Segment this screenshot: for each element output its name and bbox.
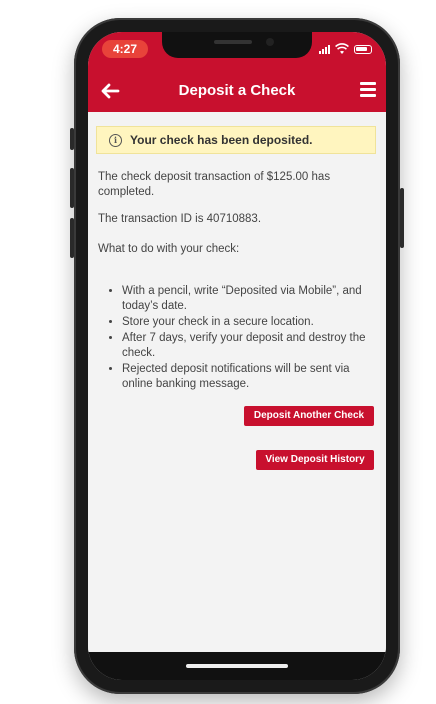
list-item: Store your check in a secure location. xyxy=(122,315,376,330)
bottom-bar xyxy=(88,652,386,680)
wifi-icon xyxy=(335,43,349,54)
status-bar: 4:27 xyxy=(88,32,386,70)
battery-icon xyxy=(354,44,372,54)
speaker-grille xyxy=(214,40,252,44)
completed-message: The check deposit transaction of $125.00… xyxy=(98,171,331,198)
success-alert: i Your check has been deposited. xyxy=(96,126,376,154)
front-camera xyxy=(266,38,274,46)
home-indicator[interactable] xyxy=(186,664,288,668)
list-item: With a pencil, write “Deposited via Mobi… xyxy=(122,284,376,314)
phone-volume-down-button xyxy=(70,218,74,258)
cellular-signal-icon xyxy=(319,44,330,54)
list-item: Rejected deposit notifications will be s… xyxy=(122,362,376,392)
back-arrow-icon[interactable] xyxy=(98,79,122,103)
phone-frame: 4:27 Deposit a Check i Your check has be… xyxy=(70,18,404,694)
hamburger-menu-icon[interactable] xyxy=(360,82,376,98)
phone-side-button xyxy=(70,128,74,150)
view-deposit-history-button[interactable]: View Deposit History xyxy=(256,450,374,470)
phone-screen: 4:27 Deposit a Check i Your check has be… xyxy=(88,32,386,680)
notch xyxy=(162,32,312,58)
main-content: i Your check has been deposited. The che… xyxy=(88,112,386,652)
alert-message: Your check has been deposited. xyxy=(130,133,313,147)
deposit-another-check-button[interactable]: Deposit Another Check xyxy=(244,406,374,426)
status-time: 4:27 xyxy=(102,40,148,58)
instructions-list: With a pencil, write “Deposited via Mobi… xyxy=(98,284,376,393)
page: 4:27 Deposit a Check i Your check has be… xyxy=(0,0,436,704)
phone-power-button xyxy=(400,188,404,248)
page-title: Deposit a Check xyxy=(178,82,296,99)
status-icons xyxy=(319,41,372,57)
instructions-heading: What to do with your check: xyxy=(98,243,240,255)
info-icon: i xyxy=(109,133,122,147)
nav-bar: Deposit a Check xyxy=(88,70,386,113)
list-item: After 7 days, verify your deposit and de… xyxy=(122,331,376,361)
phone-volume-up-button xyxy=(70,168,74,208)
transaction-id-message: The transaction ID is 40710883. xyxy=(98,213,262,225)
